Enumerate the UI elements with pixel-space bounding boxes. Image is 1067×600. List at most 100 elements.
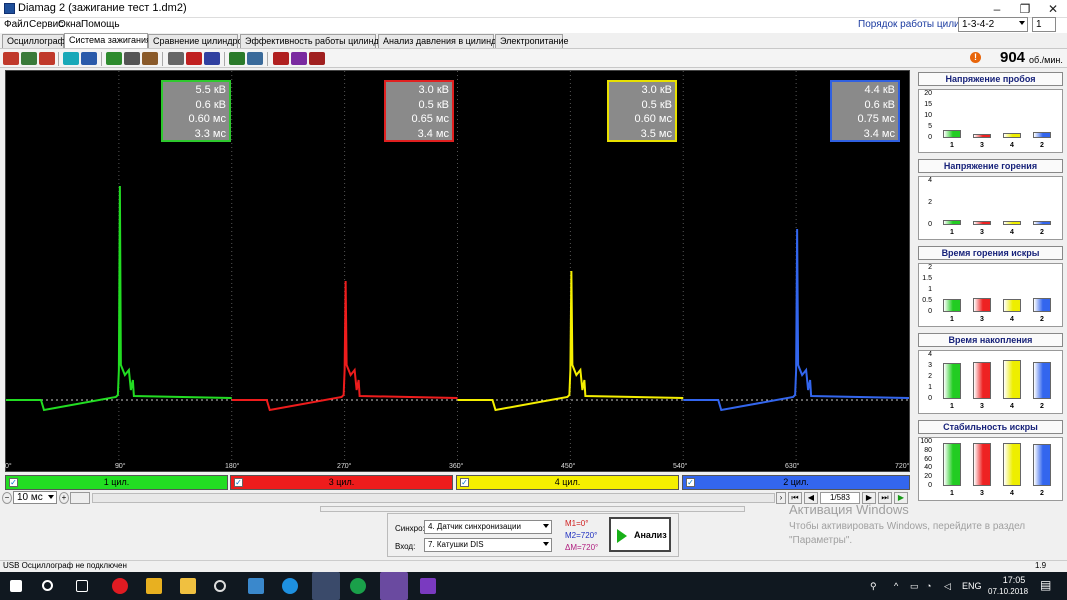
checkbox-icon[interactable]: ✓: [234, 478, 243, 487]
scroll-right-icon[interactable]: ›: [776, 492, 786, 504]
splitter-handle[interactable]: [320, 506, 745, 512]
checkbox-icon[interactable]: ✓: [686, 478, 695, 487]
histogram-icon[interactable]: [309, 52, 325, 65]
people-icon[interactable]: ⚲: [870, 581, 877, 592]
marker-icon[interactable]: [106, 52, 122, 65]
network-icon[interactable]: ▭: [910, 581, 919, 592]
utorrent-icon[interactable]: [350, 578, 366, 594]
app-icon[interactable]: [420, 578, 436, 594]
cylinder-2-segment[interactable]: ✓ 2 цил.: [682, 475, 910, 490]
panel-chart: 4 3 2 1 0 1 3 4 2: [918, 350, 1063, 414]
x-tick-label: 3: [980, 316, 984, 323]
degree-label: 630°: [785, 463, 800, 470]
overlay-icon[interactable]: [229, 52, 245, 65]
language-indicator[interactable]: ENG: [962, 581, 982, 591]
grid-icon[interactable]: [168, 52, 184, 65]
minimize-button[interactable]: –: [983, 0, 1011, 18]
y-tick-label: 4: [928, 351, 932, 358]
windows-start-icon[interactable]: [10, 580, 22, 592]
cylinder-label: 1 цил.: [103, 477, 130, 487]
y-tick-label: 20: [924, 473, 932, 481]
opera-icon[interactable]: [112, 578, 128, 594]
input-select[interactable]: 7. Катушки DIS: [424, 538, 552, 552]
degree-label: 720°: [895, 463, 910, 470]
notifications-icon[interactable]: ▤: [1040, 578, 1051, 592]
cylinder-order-select[interactable]: 1-3-4-2: [958, 17, 1028, 32]
cursor-icon[interactable]: [124, 52, 140, 65]
degree-axis: 0° 90° 180° 270° 360° 450° 540° 630° 720…: [5, 463, 910, 473]
app-icon[interactable]: [146, 578, 162, 594]
readout-line: 3.4 мс: [417, 127, 449, 140]
x-tick-label: 3: [980, 403, 984, 410]
menu-windows[interactable]: Окна: [58, 19, 81, 30]
tab-power[interactable]: Электропитание: [495, 34, 569, 48]
y-tick-label: 2: [928, 199, 932, 206]
wifi-icon[interactable]: ◔: [926, 581, 931, 591]
checkbox-icon[interactable]: ✓: [9, 478, 18, 487]
y-tick-label: 0: [928, 395, 932, 402]
visual-studio-icon[interactable]: [380, 572, 408, 600]
cylinder-1-segment[interactable]: ✓ 1 цил.: [5, 475, 228, 490]
close-button[interactable]: ✕: [1039, 0, 1067, 18]
readout-line: 0.6 кВ: [195, 98, 227, 111]
panel-bar: [1003, 443, 1021, 486]
scale-icon[interactable]: [186, 52, 202, 65]
panel-bar: [973, 134, 991, 138]
zoom-out-icon[interactable]: −: [2, 492, 12, 504]
loop-icon[interactable]: [204, 52, 220, 65]
tab-pressure-analysis[interactable]: Анализ давления в цилиндре: [378, 34, 506, 48]
bar-chart-icon[interactable]: [273, 52, 289, 65]
filter-icon[interactable]: [81, 52, 97, 65]
scroll-left-button[interactable]: [70, 492, 90, 504]
x-tick-label: 2: [1040, 403, 1044, 410]
tray-chevron-icon[interactable]: ^: [894, 581, 898, 591]
app-icon[interactable]: [248, 578, 264, 594]
settings-icon[interactable]: [214, 580, 226, 592]
menu-file[interactable]: Файл: [4, 19, 29, 30]
checkbox-icon[interactable]: ✓: [460, 478, 469, 487]
channel-icon[interactable]: [63, 52, 79, 65]
y-tick-label: 1: [928, 384, 932, 391]
split-icon[interactable]: [247, 52, 263, 65]
horizontal-scrollbar[interactable]: [92, 493, 775, 503]
volume-icon[interactable]: ◁: [944, 581, 951, 592]
x-tick-label: 4: [1010, 403, 1014, 410]
trigger-edge-icon[interactable]: [39, 52, 55, 65]
time-scale-select[interactable]: 10 мс: [13, 491, 57, 504]
degree-label: 270°: [337, 463, 352, 470]
tab-oscilloscope[interactable]: Осциллограф: [2, 34, 65, 48]
trigger-rise-icon[interactable]: [3, 52, 19, 65]
toolbar: [0, 48, 1067, 68]
wave-list-icon[interactable]: [291, 52, 307, 65]
tab-cylinder-compare[interactable]: Сравнение цилиндров: [148, 34, 247, 48]
edge-icon[interactable]: [282, 578, 298, 594]
panel-bar: [973, 362, 991, 399]
degree-label: 540°: [673, 463, 688, 470]
input-label: Вход:: [395, 542, 416, 551]
file-explorer-icon[interactable]: [180, 578, 196, 594]
y-tick-label: 0: [928, 134, 932, 141]
task-view-icon[interactable]: [76, 580, 88, 592]
sync-select[interactable]: 4. Датчик синхронизации: [424, 520, 552, 534]
cylinder-3-segment[interactable]: ✓ 3 цил.: [230, 475, 453, 490]
panel-bar: [943, 299, 961, 312]
analyze-button[interactable]: Анализ: [609, 517, 671, 552]
tab-ignition[interactable]: Система зажигания: [64, 33, 151, 48]
cylinder-spin[interactable]: 1: [1032, 17, 1056, 32]
oscilloscope-view[interactable]: 5.5 кВ 0.6 кВ 0.60 мс 3.3 мс 3.0 кВ 0.5 …: [5, 70, 910, 472]
activation-watermark-title: Активация Windows: [789, 502, 909, 517]
clock-date[interactable]: 07.10.2018: [988, 587, 1028, 596]
trigger-fall-icon[interactable]: [21, 52, 37, 65]
marker-m1: M1=0°: [565, 519, 589, 528]
search-icon[interactable]: [42, 580, 53, 591]
zoom-in-icon[interactable]: +: [59, 492, 69, 504]
y-tick-label: 1: [928, 286, 932, 293]
cylinder-order-value: 1-3-4-2: [962, 19, 995, 30]
cylinder-4-segment[interactable]: ✓ 4 цил.: [456, 475, 679, 490]
tab-cylinder-efficiency[interactable]: Эффективность работы цилиндров: [240, 34, 394, 48]
clock-time[interactable]: 17:05: [998, 575, 1030, 585]
menu-help[interactable]: Помощь: [81, 19, 120, 30]
offset-icon[interactable]: [142, 52, 158, 65]
maximize-button[interactable]: ❐: [1011, 0, 1039, 18]
diamag-taskbar-button[interactable]: [312, 572, 340, 600]
